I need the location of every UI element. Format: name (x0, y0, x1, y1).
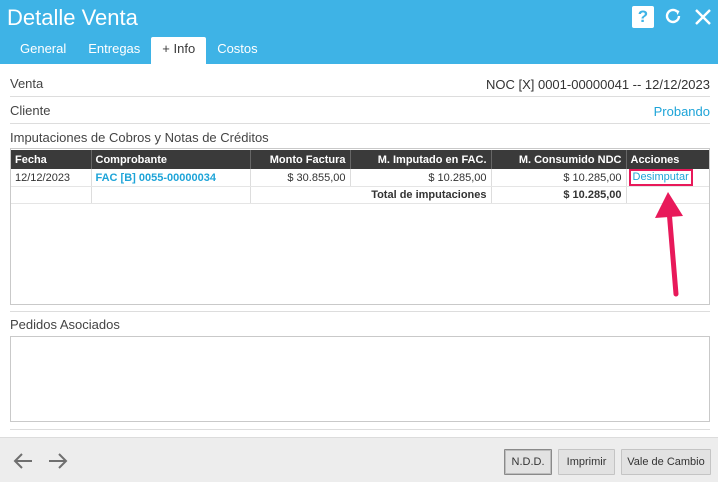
table-total-row: Total de imputaciones $ 10.285,00 (11, 186, 709, 204)
cell-imputado: $ 10.285,00 (350, 169, 492, 187)
imputaciones-table: Fecha Comprobante Monto Factura M. Imput… (11, 150, 709, 204)
imputaciones-title: Imputaciones de Cobros y Notas de Crédit… (10, 130, 269, 145)
col-m-consumido: M. Consumido NDC (491, 150, 627, 169)
ndd-button[interactable]: N.D.D. (504, 449, 552, 475)
divider (10, 311, 710, 312)
tab-info[interactable]: + Info (151, 37, 207, 64)
cell-fecha: 12/12/2023 (11, 169, 92, 187)
cell-acciones: Desimputar (626, 169, 709, 187)
imputaciones-table-box: Fecha Comprobante Monto Factura M. Imput… (10, 148, 710, 305)
total-label: Total de imputaciones (250, 186, 492, 204)
pedidos-title: Pedidos Asociados (10, 317, 120, 332)
col-m-imputado: M. Imputado en FAC. (350, 150, 492, 169)
comprobante-link[interactable]: FAC [B] 0055-00000034 (91, 169, 251, 187)
cell-monto-factura: $ 30.855,00 (250, 169, 351, 187)
col-monto-factura: Monto Factura (250, 150, 351, 169)
table-header-row: Fecha Comprobante Monto Factura M. Imput… (11, 150, 709, 169)
annotation-arrow-icon (655, 192, 683, 297)
tab-entregas[interactable]: Entregas (77, 37, 151, 64)
cliente-link[interactable]: Probando (654, 104, 710, 119)
help-icon[interactable]: ? (632, 6, 654, 28)
col-acciones: Acciones (626, 150, 709, 169)
imprimir-button[interactable]: Imprimir (558, 449, 615, 475)
header-actions: ? (632, 6, 714, 28)
divider (10, 123, 710, 124)
divider (10, 429, 710, 430)
col-fecha: Fecha (11, 150, 92, 169)
table-row: 12/12/2023 FAC [B] 0055-00000034 $ 30.85… (11, 169, 709, 187)
arrow-right-icon[interactable] (46, 449, 70, 473)
window-header: Detalle Venta ? General Entregas + Info … (0, 0, 718, 64)
total-value: $ 10.285,00 (491, 186, 627, 204)
col-comprobante: Comprobante (91, 150, 251, 169)
venta-value: NOC [X] 0001-00000041 -- 12/12/2023 (485, 77, 710, 92)
pedidos-box (10, 336, 710, 422)
venta-label: Venta (10, 76, 44, 91)
cliente-label: Cliente (10, 103, 51, 118)
refresh-icon[interactable] (662, 6, 684, 28)
arrow-left-icon[interactable] (11, 449, 35, 473)
divider (10, 96, 710, 97)
cell-consumido: $ 10.285,00 (491, 169, 627, 187)
footer-bar: N.D.D. Imprimir Vale de Cambio (0, 437, 718, 482)
tab-general[interactable]: General (9, 37, 77, 64)
tab-costos[interactable]: Costos (206, 37, 268, 64)
vale-de-cambio-button[interactable]: Vale de Cambio (621, 449, 711, 475)
desimputar-link[interactable]: Desimputar (628, 169, 693, 186)
cell-empty (11, 186, 92, 204)
tab-bar: General Entregas + Info Costos (9, 37, 269, 64)
close-icon[interactable] (692, 6, 714, 28)
window-title: Detalle Venta (7, 5, 138, 30)
cell-empty (91, 186, 251, 204)
